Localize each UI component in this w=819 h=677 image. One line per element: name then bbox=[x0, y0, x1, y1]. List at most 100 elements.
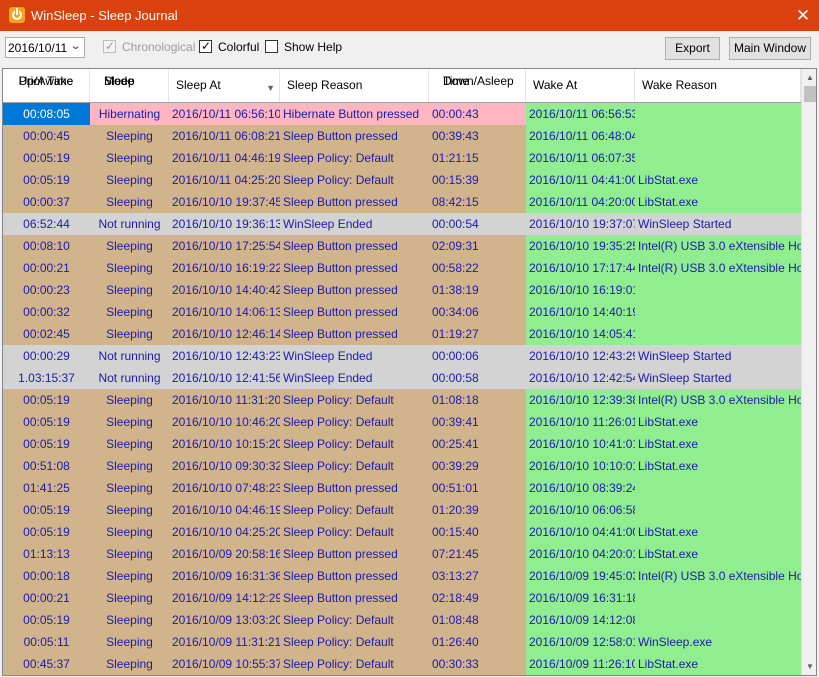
sleep-mode-cell: Sleeping bbox=[90, 301, 169, 323]
time-down-cell: 00:30:33 bbox=[429, 653, 526, 675]
header-text: Wake Reason bbox=[642, 78, 717, 92]
prior-time-cell: 00:05:19 bbox=[3, 521, 90, 543]
table-row[interactable]: 00:00:37 Sleeping 2016/10/10 19:37:45 Sleep… bbox=[3, 191, 801, 213]
table-row[interactable]: 00:05:19 Sleeping 2016/10/10 11:31:20 Sleep… bbox=[3, 389, 801, 411]
time-down-cell: 00:39:29 bbox=[429, 455, 526, 477]
column-header-wake-at[interactable]: Wake At bbox=[526, 69, 635, 102]
sleep-mode-cell: Hibernating bbox=[90, 103, 169, 125]
table-row[interactable]: 00:05:19 Sleeping 2016/10/10 10:15:20 Sleep… bbox=[3, 433, 801, 455]
sleep-mode-cell: Sleeping bbox=[90, 455, 169, 477]
sleep-reason-cell: Sleep Button pressed bbox=[280, 323, 429, 345]
prior-time-cell: 00:00:45 bbox=[3, 125, 90, 147]
table-row[interactable]: 00:05:19 Sleeping 2016/10/10 10:46:20 Sleep… bbox=[3, 411, 801, 433]
table-row[interactable]: 00:05:11 Sleeping 2016/10/09 11:31:21 Sleep… bbox=[3, 631, 801, 653]
sleep-mode-cell: Sleeping bbox=[90, 609, 169, 631]
wake-reason-cell: WinSleep Started bbox=[635, 367, 801, 389]
time-down-cell: 01:08:18 bbox=[429, 389, 526, 411]
sleep-at-cell: 2016/10/10 12:43:23 bbox=[169, 345, 280, 367]
sleep-reason-cell: Sleep Button pressed bbox=[280, 191, 429, 213]
table-row[interactable]: 01:41:25 Sleeping 2016/10/10 07:48:23 Sleep… bbox=[3, 477, 801, 499]
sleep-mode-cell: Sleeping bbox=[90, 543, 169, 565]
main-window-button[interactable]: Main Window bbox=[729, 37, 811, 60]
sleep-at-cell: 2016/10/11 04:25:20 bbox=[169, 169, 280, 191]
wake-at-cell: 2016/10/10 04:20:01 bbox=[526, 543, 635, 565]
table-row[interactable]: 06:52:44 Not running 2016/10/10 19:36:13 Wi… bbox=[3, 213, 801, 235]
time-down-cell: 00:58:22 bbox=[429, 257, 526, 279]
sleep-reason-cell: Sleep Policy: Default bbox=[280, 411, 429, 433]
sleep-reason-cell: Sleep Button pressed bbox=[280, 125, 429, 147]
sleep-at-cell: 2016/10/09 10:55:37 bbox=[169, 653, 280, 675]
column-header-wake-reason[interactable]: Wake Reason bbox=[635, 69, 801, 102]
close-button[interactable]: ✕ bbox=[787, 0, 819, 31]
check-icon: ✓ bbox=[201, 39, 212, 53]
table-row[interactable]: 1.03:15:37 Not running 2016/10/10 12:41:56… bbox=[3, 367, 801, 389]
prior-time-cell: 00:00:21 bbox=[3, 587, 90, 609]
wake-at-cell: 2016/10/09 19:45:03 bbox=[526, 565, 635, 587]
sleep-at-cell: 2016/10/10 11:31:20 bbox=[169, 389, 280, 411]
sleep-at-cell: 2016/10/10 10:15:20 bbox=[169, 433, 280, 455]
sleep-at-cell: 2016/10/09 14:12:29 bbox=[169, 587, 280, 609]
date-dropdown[interactable]: 2016/10/11 ⌄ bbox=[5, 37, 85, 58]
column-header-time-down[interactable]: Time Down/Asleep bbox=[429, 69, 526, 102]
wake-reason-cell: LibStat.exe bbox=[635, 653, 801, 675]
table-row[interactable]: 00:00:29 Not running 2016/10/10 12:43:23 Wi… bbox=[3, 345, 801, 367]
table-row[interactable]: 00:00:32 Sleeping 2016/10/10 14:06:13 Sleep… bbox=[3, 301, 801, 323]
time-down-cell: 08:42:15 bbox=[429, 191, 526, 213]
table-row[interactable]: 00:00:45 Sleeping 2016/10/11 06:08:21 Sleep… bbox=[3, 125, 801, 147]
sleep-mode-cell: Sleeping bbox=[90, 653, 169, 675]
table-row[interactable]: 00:00:23 Sleeping 2016/10/10 14:40:42 Sleep… bbox=[3, 279, 801, 301]
table-row[interactable]: 01:13:13 Sleeping 2016/10/09 20:58:16 Sleep… bbox=[3, 543, 801, 565]
sleep-reason-cell: Sleep Policy: Default bbox=[280, 169, 429, 191]
column-header-prior-time[interactable]: Prior Time Up/Awake bbox=[3, 69, 90, 102]
column-header-sleep-at[interactable]: Sleep At ▼ bbox=[169, 69, 280, 102]
wake-reason-cell: Intel(R) USB 3.0 eXtensible Ho... bbox=[635, 565, 801, 587]
table-row[interactable]: 00:02:45 Sleeping 2016/10/10 12:46:14 Sleep… bbox=[3, 323, 801, 345]
sleep-mode-cell: Sleeping bbox=[90, 411, 169, 433]
wake-reason-cell bbox=[635, 301, 801, 323]
header-text: Wake At bbox=[533, 78, 578, 92]
table-row[interactable]: 00:05:19 Sleeping 2016/10/09 13:03:20 Sleep… bbox=[3, 609, 801, 631]
table-row[interactable]: 00:00:21 Sleeping 2016/10/09 14:12:29 Sleep… bbox=[3, 587, 801, 609]
prior-time-cell: 01:13:13 bbox=[3, 543, 90, 565]
sleep-reason-cell: WinSleep Ended bbox=[280, 345, 429, 367]
scroll-up-icon[interactable]: ▲ bbox=[802, 69, 816, 86]
export-button[interactable]: Export bbox=[665, 37, 720, 60]
table-row[interactable]: 00:00:18 Sleeping 2016/10/09 16:31:36 Sleep… bbox=[3, 565, 801, 587]
scroll-down-icon[interactable]: ▼ bbox=[802, 658, 816, 675]
toolbar: 2016/10/11 ⌄ ✓ Chronological ✓ Colorful … bbox=[0, 31, 819, 67]
table-row[interactable]: 00:51:08 Sleeping 2016/10/10 09:30:32 Sleep… bbox=[3, 455, 801, 477]
header-text: Mode bbox=[104, 74, 135, 88]
wake-reason-cell bbox=[635, 279, 801, 301]
table-row[interactable]: 00:05:19 Sleeping 2016/10/11 04:46:19 Sleep… bbox=[3, 147, 801, 169]
sleep-reason-cell: Sleep Button pressed bbox=[280, 565, 429, 587]
table-row[interactable]: 00:05:19 Sleeping 2016/10/10 04:25:20 Sleep… bbox=[3, 521, 801, 543]
sleep-at-cell: 2016/10/10 07:48:23 bbox=[169, 477, 280, 499]
column-header-sleep-mode[interactable]: Sleep Mode bbox=[90, 69, 169, 102]
wake-reason-cell bbox=[635, 587, 801, 609]
table-row[interactable]: 00:05:19 Sleeping 2016/10/10 04:46:19 Sleep… bbox=[3, 499, 801, 521]
column-header-sleep-reason[interactable]: Sleep Reason bbox=[280, 69, 429, 102]
sleep-mode-cell: Sleeping bbox=[90, 389, 169, 411]
scroll-thumb[interactable] bbox=[804, 86, 816, 102]
vertical-scrollbar[interactable]: ▲ ▼ bbox=[801, 69, 816, 675]
wake-at-cell: 2016/10/10 08:39:24 bbox=[526, 477, 635, 499]
table-row[interactable]: 00:05:19 Sleeping 2016/10/11 04:25:20 Sleep… bbox=[3, 169, 801, 191]
time-down-cell: 00:34:06 bbox=[429, 301, 526, 323]
grid-header: Prior Time Up/Awake Sleep Mode Sleep At ▼ S… bbox=[3, 69, 801, 103]
time-down-cell: 01:38:19 bbox=[429, 279, 526, 301]
wake-at-cell: 2016/10/10 17:17:44 bbox=[526, 257, 635, 279]
wake-at-cell: 2016/10/11 06:48:04 bbox=[526, 125, 635, 147]
sleep-at-cell: 2016/10/11 04:46:19 bbox=[169, 147, 280, 169]
time-down-cell: 01:08:48 bbox=[429, 609, 526, 631]
table-row[interactable]: 00:08:05 Hibernating 2016/10/11 06:56:10 Hi… bbox=[3, 103, 801, 125]
table-row[interactable]: 00:45:37 Sleeping 2016/10/09 10:55:37 Sleep… bbox=[3, 653, 801, 675]
wake-at-cell: 2016/10/11 06:07:35 bbox=[526, 147, 635, 169]
date-value: 2016/10/11 bbox=[8, 41, 68, 55]
prior-time-cell: 00:00:37 bbox=[3, 191, 90, 213]
time-down-cell: 00:25:41 bbox=[429, 433, 526, 455]
table-row[interactable]: 00:08:10 Sleeping 2016/10/10 17:25:54 Sleep… bbox=[3, 235, 801, 257]
wake-reason-cell: WinSleep.exe bbox=[635, 631, 801, 653]
sleep-reason-cell: Sleep Button pressed bbox=[280, 477, 429, 499]
wake-at-cell: 2016/10/10 16:19:01 bbox=[526, 279, 635, 301]
table-row[interactable]: 00:00:21 Sleeping 2016/10/10 16:19:22 Sleep… bbox=[3, 257, 801, 279]
